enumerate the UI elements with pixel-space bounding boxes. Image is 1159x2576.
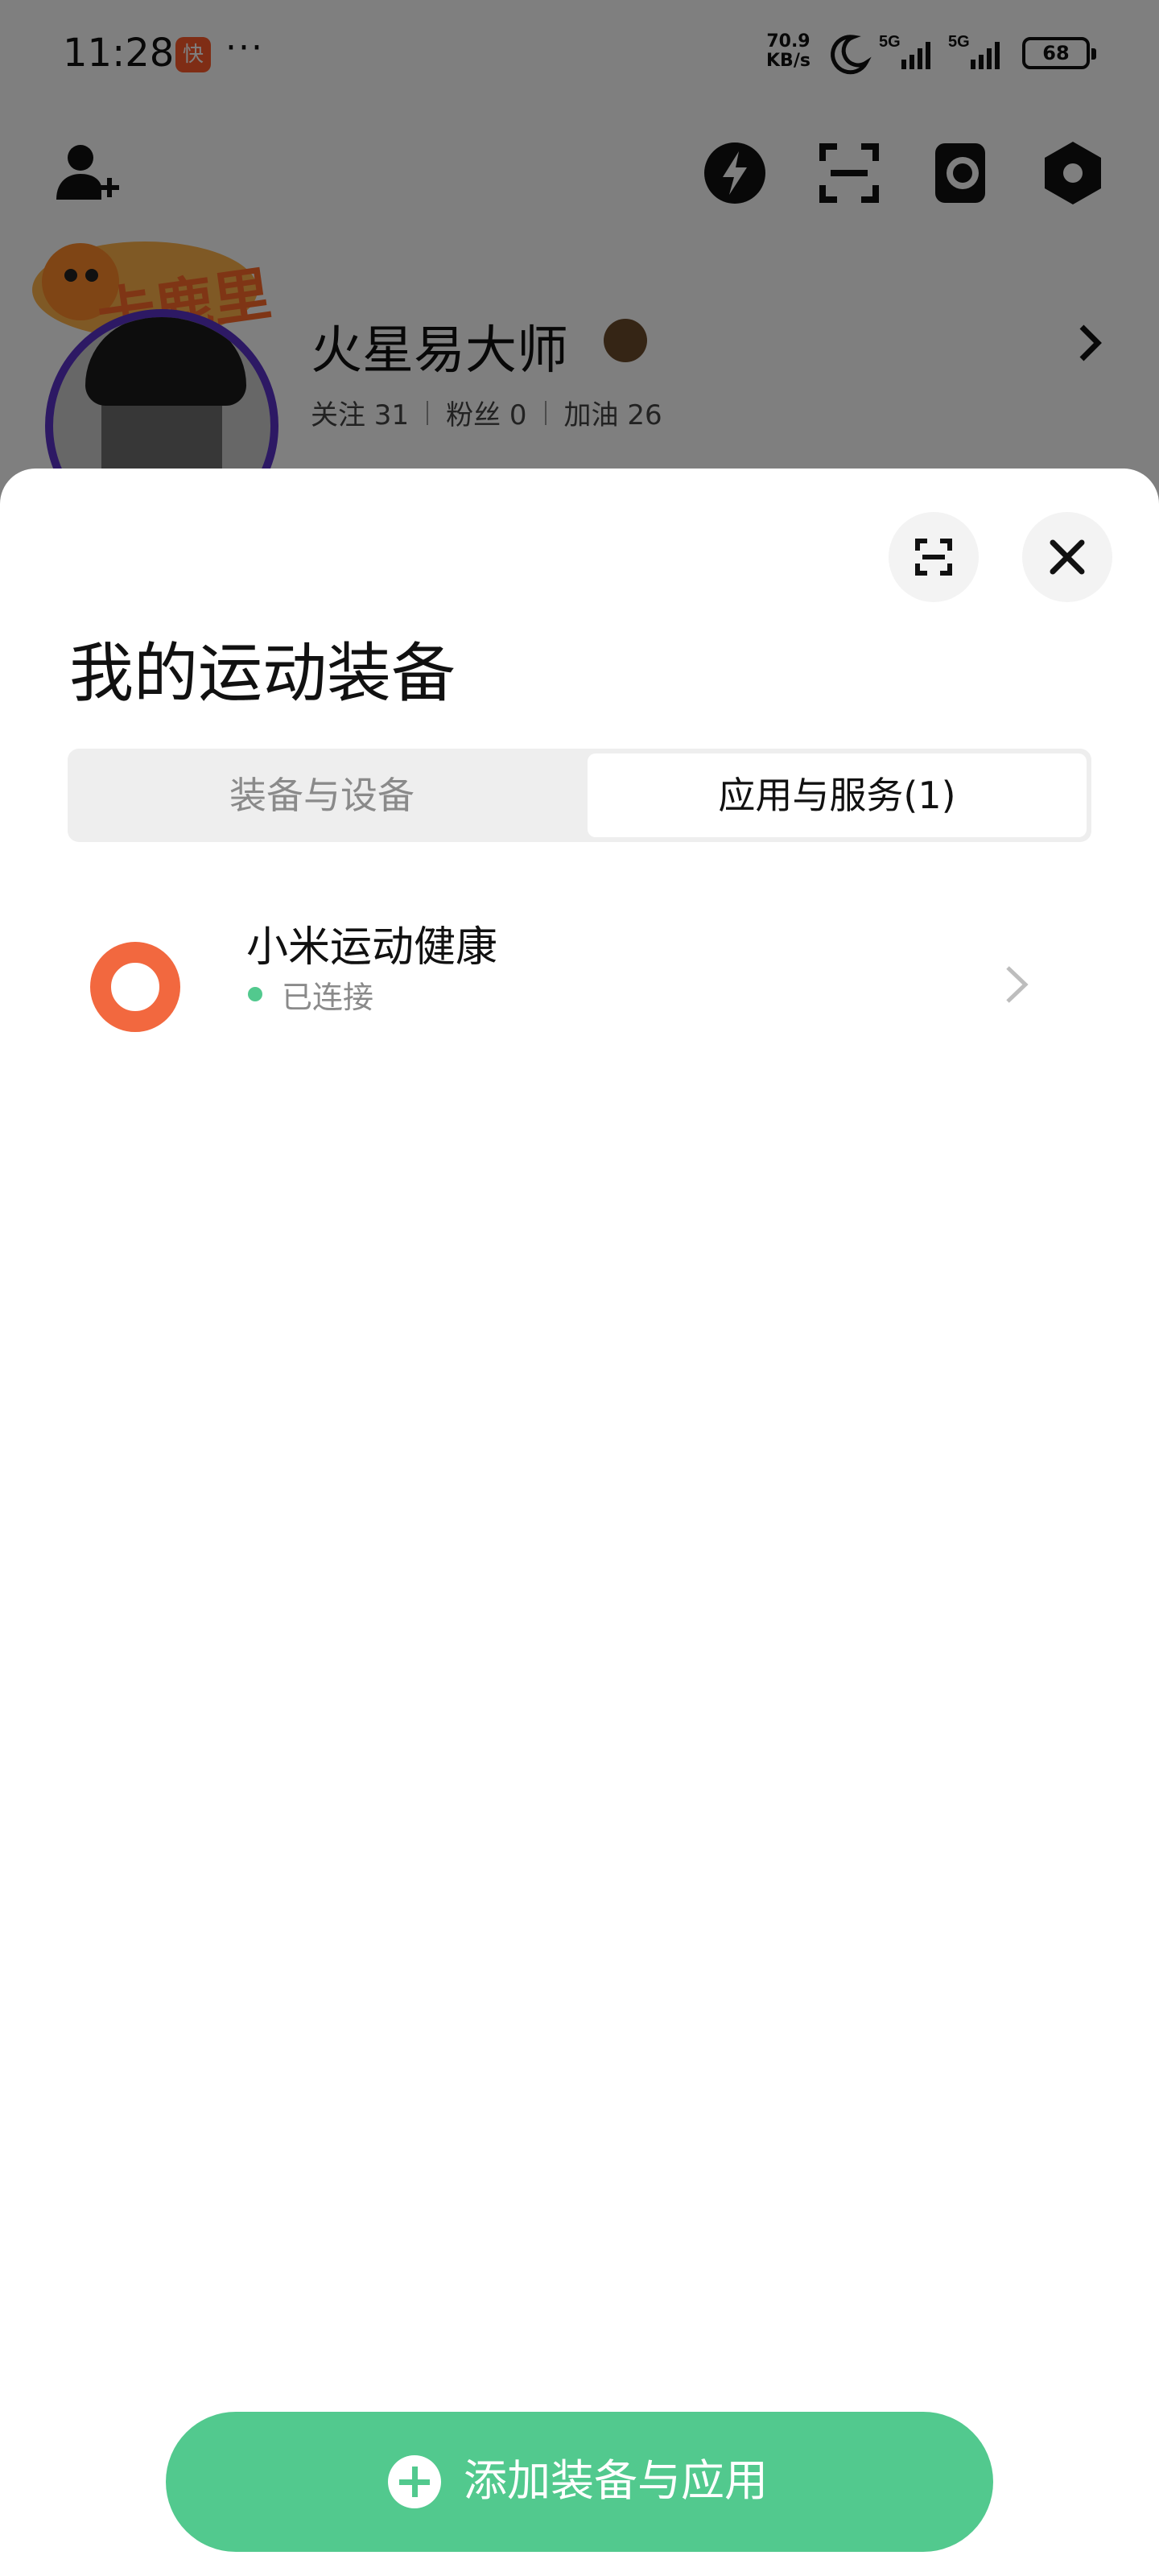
sheet-title: 我的运动装备	[69, 636, 456, 711]
scan-icon	[915, 539, 952, 576]
add-button-label: 添加装备与应用	[464, 2455, 768, 2506]
connected-status-dot-icon	[248, 987, 262, 1001]
mi-health-ring-icon	[90, 942, 180, 1032]
plus-icon	[388, 2455, 441, 2508]
scan-button[interactable]	[889, 512, 979, 602]
tab-apps-services[interactable]: 应用与服务(1)	[588, 753, 1087, 837]
close-icon	[1050, 539, 1085, 575]
chevron-right-icon	[1006, 966, 1029, 1003]
app-status: 已连接	[282, 980, 374, 1015]
close-button[interactable]	[1022, 512, 1112, 602]
list-item-app[interactable]: 小米运动健康 已连接	[0, 895, 1159, 1056]
sports-gear-sheet: 我的运动装备 装备与设备 应用与服务(1) 小米运动健康 已连接 添加装备与应用	[0, 469, 1159, 2576]
add-gear-and-app-button[interactable]: 添加装备与应用	[166, 2412, 993, 2552]
app-name: 小米运动健康	[246, 923, 498, 972]
tab-gear-devices[interactable]: 装备与设备	[72, 753, 571, 837]
tab-bar: 装备与设备 应用与服务(1)	[68, 749, 1091, 842]
